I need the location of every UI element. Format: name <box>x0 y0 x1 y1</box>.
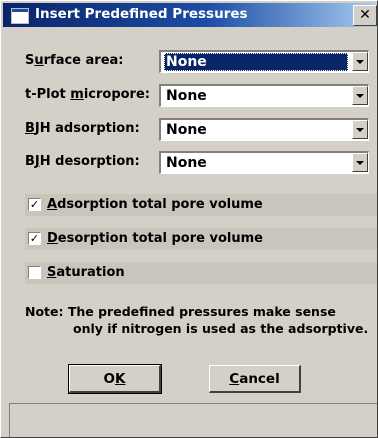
cancel-button[interactable]: Cancel <box>209 365 301 393</box>
checkmark-icon[interactable]: ✓ <box>28 198 41 211</box>
surface-area-dropdown[interactable]: None <box>159 50 369 73</box>
tplot-micropore-label: t-Plot micropore: <box>25 87 150 102</box>
tplot-micropore-dropdown[interactable]: None <box>159 84 369 107</box>
adsorption-total-pore-volume-checkbox[interactable]: ✓ Adsorption total pore volume <box>25 194 377 216</box>
chevron-down-icon[interactable] <box>352 86 368 105</box>
surface-area-label: Surface area: <box>25 53 124 68</box>
window-icon <box>11 8 29 24</box>
bjh-desorption-dropdown[interactable]: None <box>159 151 369 174</box>
close-button[interactable]: ✕ <box>353 5 377 26</box>
chevron-down-icon[interactable] <box>352 52 368 71</box>
note-line-1: Note: The predefined pressures make sens… <box>25 304 336 319</box>
window-title: Insert Predefined Pressures <box>35 6 248 22</box>
saturation-checkbox[interactable]: Saturation <box>25 262 377 284</box>
note-line-2: only if nitrogen is used as the adsorpti… <box>73 321 369 336</box>
bjh-adsorption-value: None <box>166 122 207 138</box>
chevron-down-icon[interactable] <box>352 153 368 172</box>
ok-button[interactable]: OK <box>68 364 162 394</box>
bjh-adsorption-dropdown[interactable]: None <box>159 118 369 141</box>
checkmark-icon[interactable]: ✓ <box>28 232 41 245</box>
surface-area-value: None <box>164 53 348 71</box>
checkbox-unchecked-icon[interactable] <box>28 266 41 279</box>
status-panel <box>9 403 377 437</box>
close-icon: ✕ <box>359 7 371 23</box>
bjh-desorption-label: BJH desorption: <box>25 154 140 169</box>
dialog-window: Insert Predefined Pressures ✕ Surface ar… <box>0 0 378 438</box>
saturation-label: Saturation <box>47 265 125 280</box>
chevron-down-icon[interactable] <box>352 120 368 139</box>
bjh-desorption-value: None <box>166 155 207 171</box>
adsorption-total-pore-volume-label: Adsorption total pore volume <box>47 197 263 212</box>
title-bar[interactable]: Insert Predefined Pressures ✕ <box>3 3 377 27</box>
bjh-adsorption-label: BJH adsorption: <box>25 121 140 136</box>
desorption-total-pore-volume-checkbox[interactable]: ✓ Desorption total pore volume <box>25 228 377 250</box>
tplot-micropore-value: None <box>166 88 207 104</box>
note-text: Note: The predefined pressures make sens… <box>25 303 375 337</box>
desorption-total-pore-volume-label: Desorption total pore volume <box>47 231 263 246</box>
